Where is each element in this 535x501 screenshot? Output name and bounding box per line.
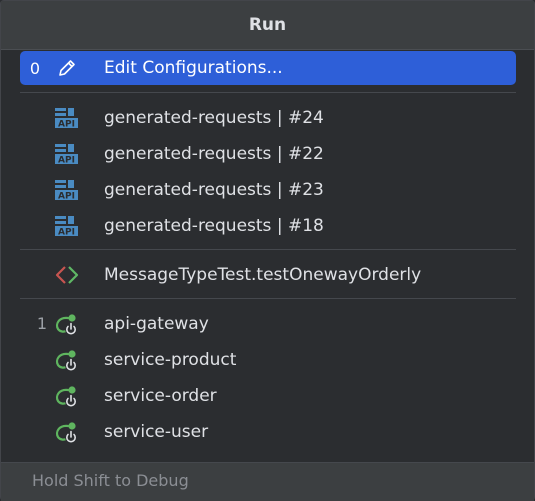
run-config-item[interactable]: MessageTypeTest.testOnewayOrderly [20, 257, 516, 293]
run-config-item[interactable]: service-product [20, 342, 516, 378]
run-config-item[interactable]: API generated-requests | #18 [20, 208, 516, 244]
api-icon: API [54, 215, 80, 238]
popup-title: Run [248, 15, 287, 35]
item-label: api-gateway [104, 314, 209, 334]
separator [20, 92, 516, 93]
item-label: service-order [104, 386, 217, 406]
run-config-item[interactable]: API generated-requests | #24 [20, 100, 516, 136]
test-icon [54, 264, 80, 286]
footer-hint: Hold Shift to Debug [32, 471, 189, 490]
run-config-item[interactable]: service-user [20, 414, 516, 450]
run-popup: Run 0 Edit Configurations... API generat… [0, 0, 535, 501]
edit-configurations-item[interactable]: 0 Edit Configurations... [20, 51, 516, 85]
item-label: service-product [104, 350, 237, 370]
spring-boot-icon [54, 421, 80, 443]
separator [20, 249, 516, 250]
item-label: generated-requests | #23 [104, 180, 324, 200]
item-label: MessageTypeTest.testOnewayOrderly [104, 265, 422, 285]
svg-text:API: API [58, 228, 75, 238]
item-label: Edit Configurations... [104, 58, 283, 78]
run-config-item[interactable]: 1 api-gateway [20, 306, 516, 342]
mnemonic-number: 1 [36, 314, 47, 333]
popup-header: Run [1, 1, 534, 50]
api-icon: API [54, 179, 80, 202]
mnemonic-number: 0 [29, 58, 40, 78]
popup-footer: Hold Shift to Debug [1, 462, 534, 501]
item-label: generated-requests | #24 [104, 108, 324, 128]
pencil-icon [56, 57, 82, 79]
spring-boot-icon [54, 349, 80, 371]
run-config-item[interactable]: API generated-requests | #23 [20, 172, 516, 208]
separator [20, 298, 516, 299]
svg-text:API: API [58, 192, 75, 202]
spring-boot-icon [54, 385, 80, 407]
run-config-item[interactable]: service-order [20, 378, 516, 414]
item-label: service-user [104, 422, 209, 442]
svg-text:API: API [58, 120, 75, 130]
spring-boot-icon [54, 313, 80, 335]
item-label: generated-requests | #22 [104, 144, 324, 164]
run-config-item[interactable]: API generated-requests | #22 [20, 136, 516, 172]
item-label: generated-requests | #18 [104, 216, 324, 236]
api-icon: API [54, 143, 80, 166]
svg-text:API: API [58, 156, 75, 166]
api-icon: API [54, 107, 80, 130]
